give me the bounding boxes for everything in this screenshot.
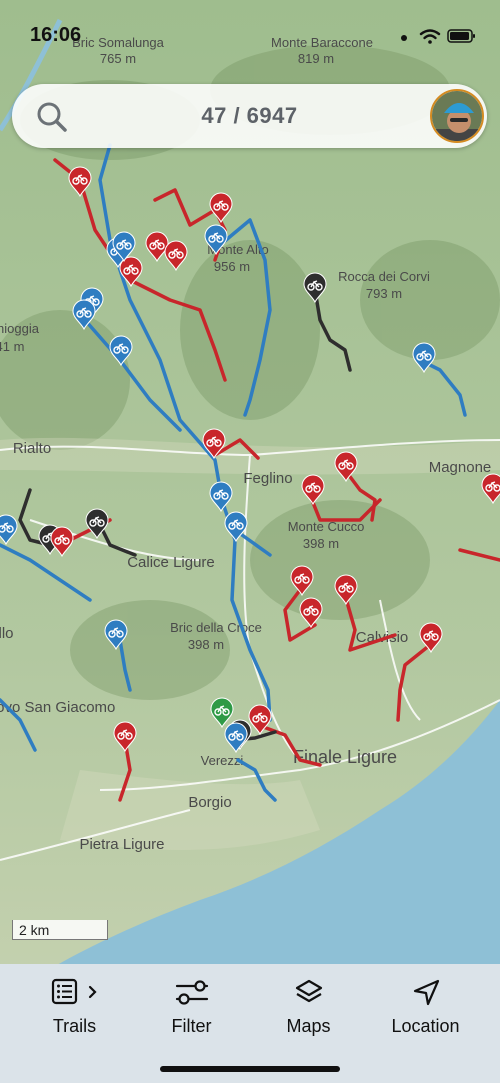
tab-filter-label: Filter — [171, 1016, 212, 1036]
place-label: Bric della Croce — [170, 620, 262, 635]
place-label: Rocca dei Corvi — [338, 269, 430, 284]
home-indicator[interactable] — [160, 1066, 340, 1072]
location-arrow-icon — [411, 978, 441, 1008]
place-label: Borgio — [188, 794, 231, 811]
battery-icon — [447, 29, 475, 43]
map-scale: 2 km — [12, 920, 108, 940]
place-label: Pietra Ligure — [79, 836, 164, 853]
place-label: Tovo San Giacomo — [0, 699, 115, 716]
search-bar[interactable]: 47 / 6947 — [12, 84, 487, 148]
avatar[interactable] — [430, 89, 484, 143]
place-label: Calice Ligure — [127, 554, 215, 571]
place-label: hioggia — [0, 321, 40, 336]
trail-count: 47 / 6947 — [201, 103, 298, 128]
place-elevation: 398 m — [303, 536, 339, 551]
signal-dot-icon — [401, 35, 407, 41]
sliders-icon — [175, 978, 209, 1008]
place-label: Finale Ligure — [293, 747, 397, 767]
wifi-icon — [419, 29, 441, 44]
place-elevation: 41 m — [0, 339, 24, 354]
tab-filter[interactable]: Filter — [129, 964, 254, 1059]
tab-maps-label: Maps — [286, 1016, 331, 1036]
chevron-right-icon — [88, 985, 97, 999]
tab-trails-label: Trails — [52, 1016, 97, 1036]
layers-icon — [294, 978, 324, 1008]
tab-location-label: Location — [391, 1016, 460, 1036]
list-icon — [50, 978, 100, 1008]
place-label: Feglino — [243, 470, 292, 487]
status-bar: 16:06 — [0, 0, 500, 70]
place-label: Rialto — [13, 440, 51, 457]
place-label: llo — [0, 625, 14, 642]
place-elevation: 793 m — [366, 286, 402, 301]
tab-trails[interactable]: Trails — [12, 964, 137, 1059]
clock: 16:06 — [30, 24, 82, 46]
place-label: Magnone — [429, 459, 492, 476]
status-icons — [398, 27, 478, 50]
tab-maps[interactable]: Maps — [246, 964, 371, 1059]
place-elevation: 398 m — [188, 637, 224, 652]
tab-location[interactable]: Location — [363, 964, 488, 1059]
place-elevation: 956 m — [214, 259, 250, 274]
